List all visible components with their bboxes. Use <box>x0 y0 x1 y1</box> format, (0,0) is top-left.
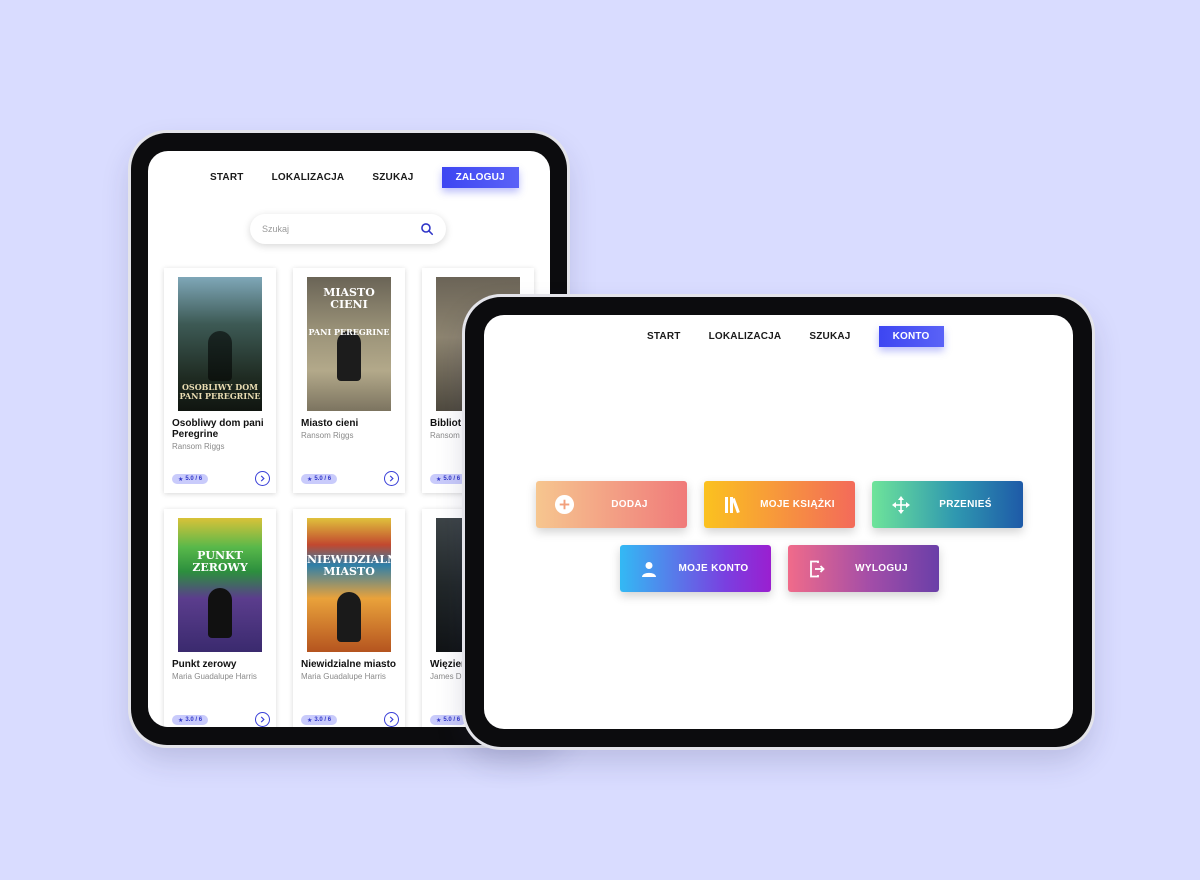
rating-badge: ★ 3.0 / 6 <box>172 715 209 725</box>
nav-szukaj[interactable]: SZUKAJ <box>372 172 413 183</box>
book-author: Ransom Riggs <box>301 431 354 440</box>
nav-start[interactable]: START <box>210 172 244 183</box>
star-icon: ★ <box>307 476 313 483</box>
account-button[interactable]: KONTO <box>878 325 944 347</box>
rating-badge: ★ 3.0 / 6 <box>301 715 338 725</box>
top-nav: START LOKALIZACJA SZUKAJ ZALOGUJ <box>210 166 519 188</box>
plus-circle-icon <box>554 494 575 515</box>
book-cover: NIEWIDZIALNE MIASTO <box>307 518 391 652</box>
star-icon: ★ <box>436 717 442 724</box>
book-card[interactable]: MIASTO CIENI PANI PEREGRINE Miasto cieni… <box>293 268 405 493</box>
open-book-button[interactable] <box>255 471 270 486</box>
chevron-right-icon <box>260 475 265 482</box>
my-account-button[interactable]: MOJE KONTO <box>620 545 771 592</box>
nav-lokalizacja[interactable]: LOKALIZACJA <box>709 331 782 342</box>
book-card[interactable]: NIEWIDZIALNE MIASTO Niewidzialne miasto … <box>293 509 405 727</box>
chevron-right-icon <box>260 716 265 723</box>
star-icon: ★ <box>178 476 184 483</box>
book-title: Punkt zerowy <box>172 659 237 670</box>
book-author: Maria Guadalupe Harris <box>172 672 257 681</box>
chevron-right-icon <box>389 475 394 482</box>
search-bar <box>250 214 446 244</box>
rating-badge: ★ 5.0 / 6 <box>172 474 209 484</box>
rating-badge: ★ 5.0 / 6 <box>430 715 467 725</box>
top-nav: START LOKALIZACJA SZUKAJ KONTO <box>647 325 944 347</box>
star-icon: ★ <box>178 717 184 724</box>
book-title: Miasto cieni <box>301 418 359 429</box>
book-card[interactable]: PUNKT ZEROWY Punkt zerowy Maria Guadalup… <box>164 509 276 727</box>
logout-icon <box>806 558 827 579</box>
chevron-right-icon <box>389 716 394 723</box>
my-books-button[interactable]: MOJE KSIĄŻKI <box>704 481 855 528</box>
nav-szukaj[interactable]: SZUKAJ <box>809 331 850 342</box>
move-arrows-icon <box>890 494 911 515</box>
books-icon <box>722 494 743 515</box>
rating-badge: ★ 5.0 / 6 <box>430 474 467 484</box>
star-icon: ★ <box>307 717 313 724</box>
open-book-button[interactable] <box>384 712 399 727</box>
book-title: Osobliwy dom pani Peregrine <box>172 418 264 440</box>
nav-lokalizacja[interactable]: LOKALIZACJA <box>272 172 345 183</box>
login-button[interactable]: ZALOGUJ <box>441 166 519 188</box>
book-author: Maria Guadalupe Harris <box>301 672 386 681</box>
nav-start[interactable]: START <box>647 331 681 342</box>
book-title: Niewidzialne miasto <box>301 659 397 670</box>
open-book-button[interactable] <box>384 471 399 486</box>
book-cover: OSOBLIWY DOM PANI PEREGRINE <box>178 277 262 411</box>
move-button[interactable]: PRZENIEŚ <box>872 481 1023 528</box>
open-book-button[interactable] <box>255 712 270 727</box>
book-card[interactable]: OSOBLIWY DOM PANI PEREGRINE Osobliwy dom… <box>164 268 276 493</box>
search-input[interactable] <box>262 224 420 234</box>
book-author: Ransom Riggs <box>172 442 225 451</box>
book-cover: PUNKT ZEROWY <box>178 518 262 652</box>
add-book-button[interactable]: DODAJ <box>536 481 687 528</box>
user-icon <box>638 558 659 579</box>
account-menu-screen: START LOKALIZACJA SZUKAJ KONTO DODAJ MOJ… <box>484 315 1073 729</box>
star-icon: ★ <box>436 476 442 483</box>
tablet-right: START LOKALIZACJA SZUKAJ KONTO DODAJ MOJ… <box>465 297 1092 747</box>
logout-button[interactable]: WYLOGUJ <box>788 545 939 592</box>
search-icon[interactable] <box>420 222 434 236</box>
book-cover: MIASTO CIENI PANI PEREGRINE <box>307 277 391 411</box>
rating-badge: ★ 5.0 / 6 <box>301 474 338 484</box>
